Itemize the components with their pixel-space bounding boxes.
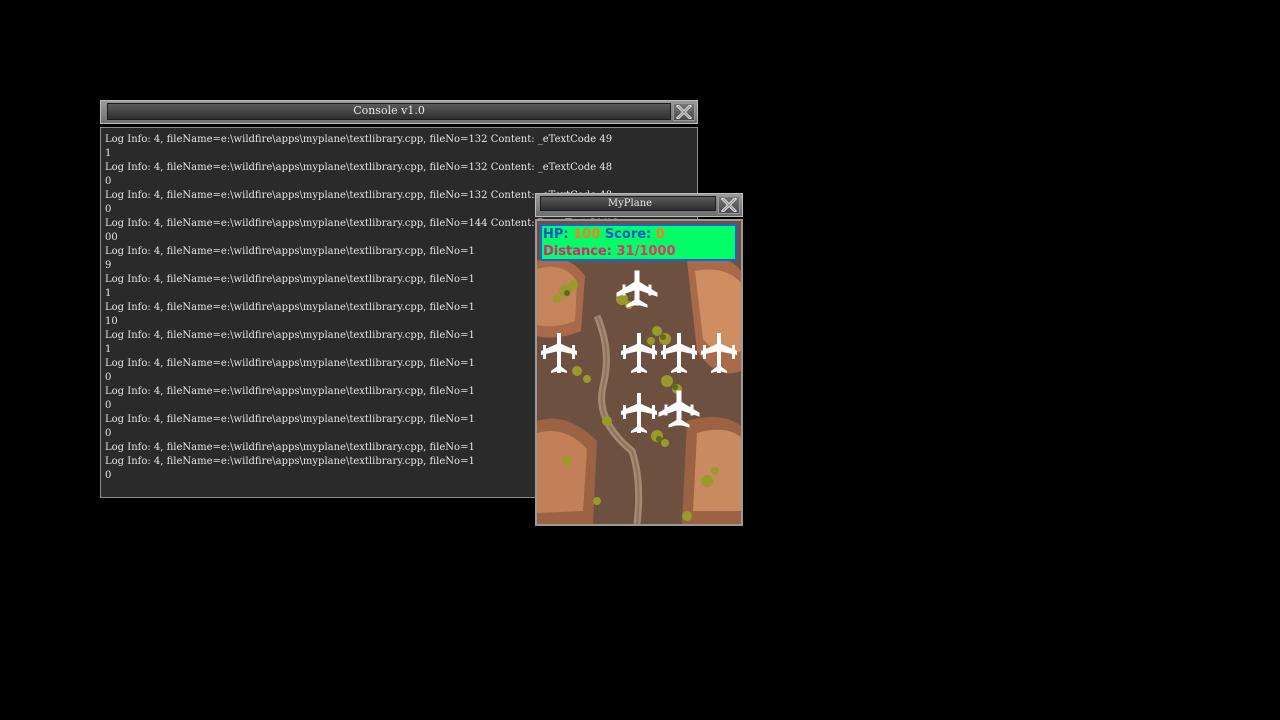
console-close-button[interactable] xyxy=(673,103,695,121)
hp-value: 100 xyxy=(573,227,601,242)
console-titlebar[interactable]: Console v1.0 xyxy=(100,100,698,124)
log-line: Log Info: 4, fileName=e:\wildfire\apps\m… xyxy=(105,134,613,145)
enemy-plane xyxy=(537,331,581,375)
score-value: 0 xyxy=(655,227,665,242)
myplane-titlebar[interactable]: MyPlane xyxy=(535,193,743,217)
distance-value: 31/1000 xyxy=(616,244,676,259)
enemy-plane xyxy=(617,331,661,375)
myplane-title: MyPlane xyxy=(607,198,653,209)
close-x-icon xyxy=(721,198,737,212)
log-line: 1 xyxy=(105,148,112,159)
score-label: Score: xyxy=(604,227,652,242)
close-x-icon xyxy=(676,105,692,119)
log-line: 0 xyxy=(105,176,112,187)
enemy-plane xyxy=(617,391,661,435)
myplane-close-button[interactable] xyxy=(718,196,740,214)
console-title: Console v1.0 xyxy=(353,104,425,117)
hud-line-1: HP: 100 Score: 0 xyxy=(543,226,735,243)
game-canvas[interactable]: HP: 100 Score: 0 Distance: 31/1000 xyxy=(535,219,743,526)
hp-label: HP: xyxy=(543,227,569,242)
hud-line-2: Distance: 31/1000 xyxy=(543,243,735,260)
distance-label: Distance: xyxy=(543,244,612,259)
enemy-plane xyxy=(615,267,659,311)
log-line: Log Info: 4, fileName=e:\wildfire\apps\m… xyxy=(105,162,613,173)
enemy-plane xyxy=(657,331,701,375)
hud-panel: HP: 100 Score: 0 Distance: 31/1000 xyxy=(540,224,737,261)
player-plane xyxy=(657,387,701,431)
enemy-plane xyxy=(697,331,741,375)
myplane-window: MyPlane HP: 100 Score: 0 Distance: 31/10… xyxy=(535,193,743,526)
